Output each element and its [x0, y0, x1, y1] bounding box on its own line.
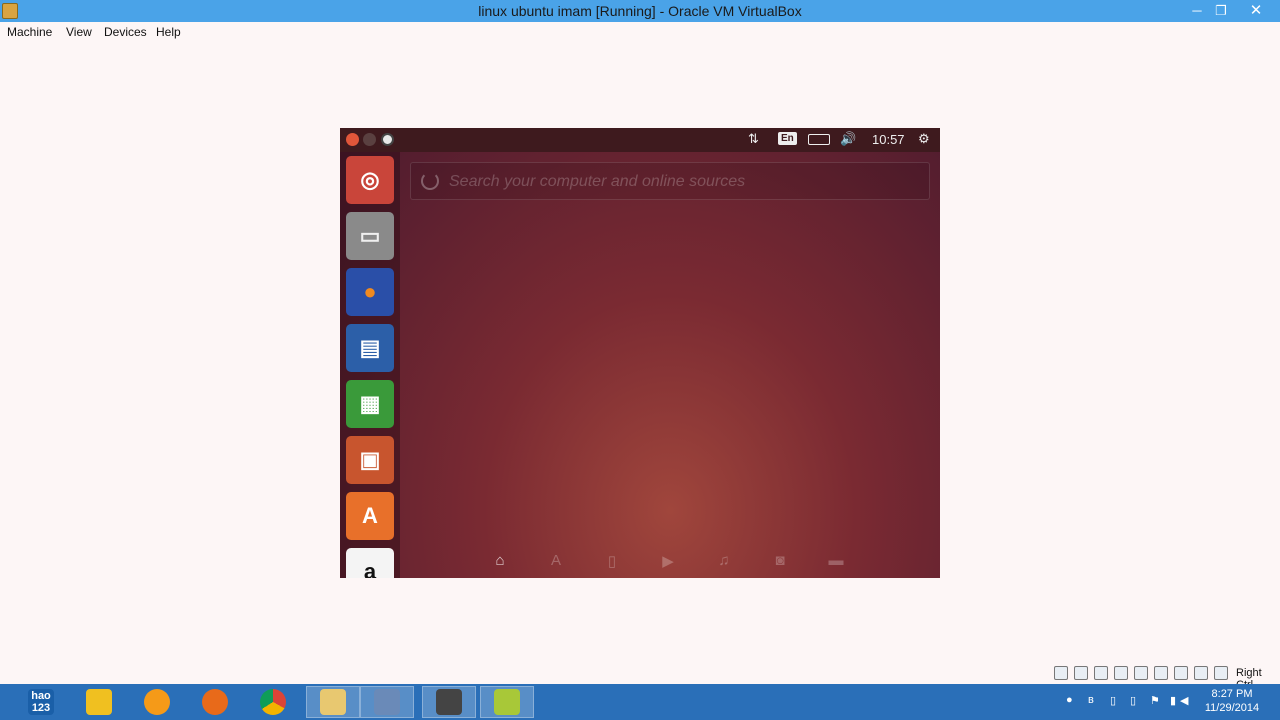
- tray-device-icon[interactable]: ▯: [1130, 694, 1144, 708]
- launcher-writer[interactable]: ▤: [346, 324, 394, 372]
- amazon-icon: a: [363, 559, 377, 578]
- chrome-icon: [260, 689, 286, 715]
- files-lens-icon[interactable]: ▯: [602, 552, 622, 572]
- keyboard-layout-indicator[interactable]: En: [778, 132, 797, 145]
- video-capture-icon[interactable]: [1174, 666, 1188, 680]
- ubuntu-top-panel: ⇅ En 🔊 10:57 ⚙: [340, 128, 940, 152]
- launcher-firefox[interactable]: ●: [346, 268, 394, 316]
- display-status-icon[interactable]: [1154, 666, 1168, 680]
- taskbar-hao123[interactable]: hao 123: [14, 686, 68, 718]
- media-icon: [436, 689, 462, 715]
- virtualbox-icon: [374, 689, 400, 715]
- calc-icon: ▦: [359, 391, 381, 416]
- menubar: Machine View Devices Help: [0, 22, 1280, 42]
- usb-status-icon[interactable]: [1094, 666, 1108, 680]
- taskbar-virtualbox[interactable]: [360, 686, 414, 718]
- files-icon: ▭: [359, 223, 381, 248]
- taskbar-chrome[interactable]: [246, 686, 300, 718]
- taskbar-app-3[interactable]: [130, 686, 184, 718]
- menu-view[interactable]: View: [66, 25, 92, 39]
- windows-taskbar: hao 123 ● ʙ ▯ ▯ ⚑ ▮ ◀ 8:27 PM 11/29/2014: [0, 684, 1280, 720]
- taskbar-file-explorer[interactable]: [306, 686, 360, 718]
- tray-app-icon[interactable]: ●: [1066, 694, 1080, 708]
- dash-minimize-button[interactable]: [363, 133, 376, 146]
- panel-clock[interactable]: 10:57: [872, 132, 905, 147]
- music-lens-icon[interactable]: ♫: [714, 552, 734, 572]
- notes-icon: [494, 689, 520, 715]
- launcher-amazon[interactable]: a: [346, 548, 394, 578]
- vm-display[interactable]: ⇅ En 🔊 10:57 ⚙ ◎ ▭ ● ▤ ▦ ▣ A a Search yo…: [340, 128, 940, 578]
- social-lens-icon[interactable]: ▬: [826, 552, 846, 572]
- taskbar-firefox[interactable]: [188, 686, 242, 718]
- home-lens-icon[interactable]: ⌂: [490, 552, 510, 572]
- shared-folders-icon[interactable]: [1134, 666, 1148, 680]
- firefox-icon: [202, 689, 228, 715]
- app-icon: [144, 689, 170, 715]
- menu-help[interactable]: Help: [156, 25, 181, 39]
- optical-drive-icon[interactable]: [1074, 666, 1088, 680]
- search-spinner-icon: [421, 172, 439, 190]
- taskbar-media[interactable]: [422, 686, 476, 718]
- taskbar-app-2[interactable]: [72, 686, 126, 718]
- vbox-status-bar: Right Ctrl: [1054, 666, 1280, 691]
- dash-maximize-button[interactable]: [381, 133, 394, 146]
- taskbar-clock[interactable]: 8:27 PM 11/29/2014: [1196, 687, 1268, 715]
- host-key-icon[interactable]: [1214, 666, 1228, 680]
- photos-lens-icon[interactable]: ◙: [770, 552, 790, 572]
- software-center-icon: A: [362, 503, 378, 528]
- taskbar-notes[interactable]: [480, 686, 534, 718]
- folder-icon: [320, 689, 346, 715]
- lens-bar: ⌂ A ▯ ▶ ♫ ◙ ▬: [490, 552, 870, 572]
- window-titlebar: linux ubuntu imam [Running] - Oracle VM …: [0, 0, 1280, 22]
- hdd-status-icon[interactable]: [1054, 666, 1068, 680]
- launcher-files[interactable]: ▭: [346, 212, 394, 260]
- dash-search-box[interactable]: Search your computer and online sources: [410, 162, 930, 200]
- network-status-icon[interactable]: [1114, 666, 1128, 680]
- impress-icon: ▣: [359, 447, 381, 472]
- clock-time: 8:27 PM: [1211, 688, 1253, 700]
- launcher-calc[interactable]: ▦: [346, 380, 394, 428]
- hao123-icon: hao 123: [28, 689, 54, 715]
- launcher-dash-home[interactable]: ◎: [346, 156, 394, 204]
- volume-icon[interactable]: ◀: [1180, 694, 1194, 708]
- network-icon[interactable]: ⇅: [748, 131, 759, 147]
- video-lens-icon[interactable]: ▶: [658, 552, 678, 572]
- bluetooth-icon[interactable]: ʙ: [1088, 694, 1102, 708]
- window-title: linux ubuntu imam [Running] - Oracle VM …: [478, 3, 802, 19]
- menu-devices[interactable]: Devices: [104, 25, 147, 39]
- applications-lens-icon[interactable]: A: [546, 552, 566, 572]
- action-center-flag-icon[interactable]: ⚑: [1150, 694, 1164, 708]
- app-icon: [86, 689, 112, 715]
- battery-icon[interactable]: [808, 134, 830, 145]
- menu-machine[interactable]: Machine: [7, 25, 52, 39]
- launcher-impress[interactable]: ▣: [346, 436, 394, 484]
- clock-date: 11/29/2014: [1204, 702, 1260, 714]
- firefox-icon: ●: [363, 279, 377, 304]
- restore-button[interactable]: ❐: [1208, 0, 1234, 22]
- ubuntu-logo-icon: ◎: [360, 167, 380, 192]
- minimize-button[interactable]: ─: [1184, 0, 1210, 22]
- search-placeholder: Search your computer and online sources: [449, 173, 746, 190]
- launcher-software-center[interactable]: A: [346, 492, 394, 540]
- volume-icon[interactable]: 🔊: [840, 131, 856, 147]
- settings-icon[interactable]: ⚙: [918, 131, 930, 147]
- close-button[interactable]: ✕: [1234, 0, 1278, 22]
- tray-device-icon[interactable]: ▯: [1110, 694, 1124, 708]
- unity-launcher: ◎ ▭ ● ▤ ▦ ▣ A a: [340, 152, 400, 578]
- writer-icon: ▤: [359, 335, 381, 360]
- mouse-integration-icon[interactable]: [1194, 666, 1208, 680]
- dash-close-button[interactable]: [346, 133, 359, 146]
